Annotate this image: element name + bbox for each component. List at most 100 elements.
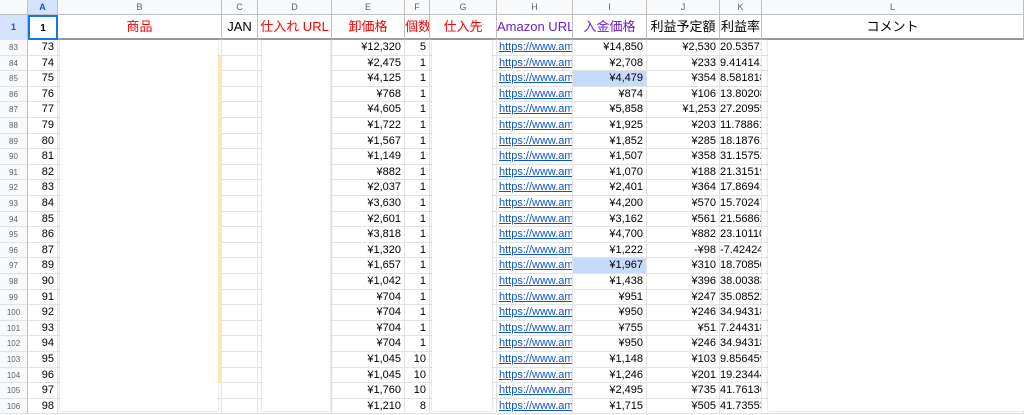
cell-j94[interactable]: ¥561 — [647, 211, 720, 228]
cell-a93[interactable]: 84 — [28, 196, 58, 212]
cell-h102[interactable]: https://www.ama — [497, 336, 573, 352]
cell-e89[interactable]: ¥1,567 — [332, 133, 405, 150]
cell-e83[interactable]: ¥12,320 — [332, 40, 405, 56]
header-f[interactable]: 個数 — [405, 15, 430, 40]
row-header-92[interactable]: 92 — [0, 180, 28, 196]
cell-k95[interactable]: 23.101100 — [720, 227, 762, 243]
cell-f101[interactable]: 1 — [405, 320, 430, 337]
cell-i101[interactable]: ¥755 — [573, 320, 647, 337]
cell-a106[interactable]: 98 — [28, 398, 58, 415]
header-l[interactable]: コメント — [762, 15, 1024, 40]
row-header-1[interactable]: 1 — [0, 15, 28, 40]
cell-h94[interactable]: https://www.ama — [497, 211, 573, 228]
cell-a88[interactable]: 79 — [28, 118, 58, 134]
header-d[interactable]: 仕入れ URL — [258, 15, 332, 40]
cell-f92[interactable]: 1 — [405, 180, 430, 196]
cell-e97[interactable]: ¥1,657 — [332, 258, 405, 274]
row-header-85[interactable]: 85 — [0, 71, 28, 87]
row-header-96[interactable]: 96 — [0, 242, 28, 259]
cell-i98[interactable]: ¥1,438 — [573, 274, 647, 290]
cell-e100[interactable]: ¥704 — [332, 305, 405, 321]
cell-c95[interactable] — [222, 227, 258, 243]
cell-i85[interactable]: ¥4,479 — [573, 71, 647, 87]
cell-a96[interactable]: 87 — [28, 242, 58, 259]
cell-f85[interactable]: 1 — [405, 71, 430, 87]
cell-k94[interactable]: 21.568627 — [720, 211, 762, 228]
column-header-g[interactable]: G — [430, 0, 497, 15]
cell-k105[interactable]: 41.761363 — [720, 383, 762, 399]
cell-j89[interactable]: ¥285 — [647, 133, 720, 150]
cell-a84[interactable]: 74 — [28, 55, 58, 72]
cell-c83[interactable] — [222, 40, 258, 56]
header-e[interactable]: 卸価格 — [332, 15, 405, 40]
cell-k86[interactable]: 13.802083 — [720, 86, 762, 103]
cell-i95[interactable]: ¥4,700 — [573, 227, 647, 243]
cell-k101[interactable]: 7.2443181 — [720, 320, 762, 337]
cell-i92[interactable]: ¥2,401 — [573, 180, 647, 196]
cell-j104[interactable]: ¥201 — [647, 367, 720, 384]
cell-c90[interactable] — [222, 149, 258, 165]
cell-c86[interactable] — [222, 86, 258, 103]
cell-a95[interactable]: 86 — [28, 227, 58, 243]
row-header-87[interactable]: 87 — [0, 102, 28, 118]
cell-i100[interactable]: ¥950 — [573, 305, 647, 321]
cell-j92[interactable]: ¥364 — [647, 180, 720, 196]
cell-j103[interactable]: ¥103 — [647, 352, 720, 368]
cell-h105[interactable]: https://www.ama — [497, 383, 573, 399]
cell-h90[interactable]: https://www.ama — [497, 149, 573, 165]
cell-e85[interactable]: ¥4,125 — [332, 71, 405, 87]
cell-i84[interactable]: ¥2,708 — [573, 55, 647, 72]
cell-a104[interactable]: 96 — [28, 367, 58, 384]
column-header-k[interactable]: K — [720, 0, 762, 15]
cell-f90[interactable]: 1 — [405, 149, 430, 165]
select-all-corner[interactable] — [0, 0, 28, 15]
cell-j91[interactable]: ¥188 — [647, 164, 720, 181]
cell-f91[interactable]: 1 — [405, 164, 430, 181]
cell-j84[interactable]: ¥233 — [647, 55, 720, 72]
row-header-88[interactable]: 88 — [0, 118, 28, 134]
cell-c91[interactable] — [222, 164, 258, 181]
cell-i96[interactable]: ¥1,222 — [573, 242, 647, 259]
row-header-99[interactable]: 99 — [0, 289, 28, 306]
cell-a103[interactable]: 95 — [28, 352, 58, 368]
cell-h97[interactable]: https://www.ama — [497, 258, 573, 274]
cell-f98[interactable]: 1 — [405, 274, 430, 290]
column-header-a[interactable]: A — [28, 0, 58, 15]
header-c[interactable]: JAN — [222, 15, 258, 40]
cell-c88[interactable] — [222, 118, 258, 134]
cell-j86[interactable]: ¥106 — [647, 86, 720, 103]
row-header-94[interactable]: 94 — [0, 211, 28, 228]
column-header-l[interactable]: L — [762, 0, 1024, 15]
cell-a94[interactable]: 85 — [28, 211, 58, 228]
row-header-97[interactable]: 97 — [0, 258, 28, 274]
cell-e86[interactable]: ¥768 — [332, 86, 405, 103]
cell-i86[interactable]: ¥874 — [573, 86, 647, 103]
cell-f103[interactable]: 10 — [405, 352, 430, 368]
cell-i91[interactable]: ¥1,070 — [573, 164, 647, 181]
cell-e88[interactable]: ¥1,722 — [332, 118, 405, 134]
cell-j97[interactable]: ¥310 — [647, 258, 720, 274]
cell-a99[interactable]: 91 — [28, 289, 58, 306]
column-header-h[interactable]: H — [497, 0, 573, 15]
cell-e98[interactable]: ¥1,042 — [332, 274, 405, 290]
cell-e95[interactable]: ¥3,818 — [332, 227, 405, 243]
cell-e94[interactable]: ¥2,601 — [332, 211, 405, 228]
cell-j87[interactable]: ¥1,253 — [647, 102, 720, 118]
cell-c106[interactable] — [222, 398, 258, 415]
cell-k99[interactable]: 35.085227 — [720, 289, 762, 306]
cell-f105[interactable]: 10 — [405, 383, 430, 399]
row-header-84[interactable]: 84 — [0, 55, 28, 72]
cell-e103[interactable]: ¥1,045 — [332, 352, 405, 368]
cell-j100[interactable]: ¥246 — [647, 305, 720, 321]
cell-e87[interactable]: ¥4,605 — [332, 102, 405, 118]
row-header-105[interactable]: 105 — [0, 383, 28, 399]
cell-i102[interactable]: ¥950 — [573, 336, 647, 352]
cell-a97[interactable]: 89 — [28, 258, 58, 274]
cell-k93[interactable]: 15.702479 — [720, 196, 762, 212]
cell-c100[interactable] — [222, 305, 258, 321]
cell-c94[interactable] — [222, 211, 258, 228]
cell-f104[interactable]: 10 — [405, 367, 430, 384]
cell-k97[interactable]: 18.708509 — [720, 258, 762, 274]
cell-e105[interactable]: ¥1,760 — [332, 383, 405, 399]
header-a[interactable]: 1 — [28, 15, 58, 40]
